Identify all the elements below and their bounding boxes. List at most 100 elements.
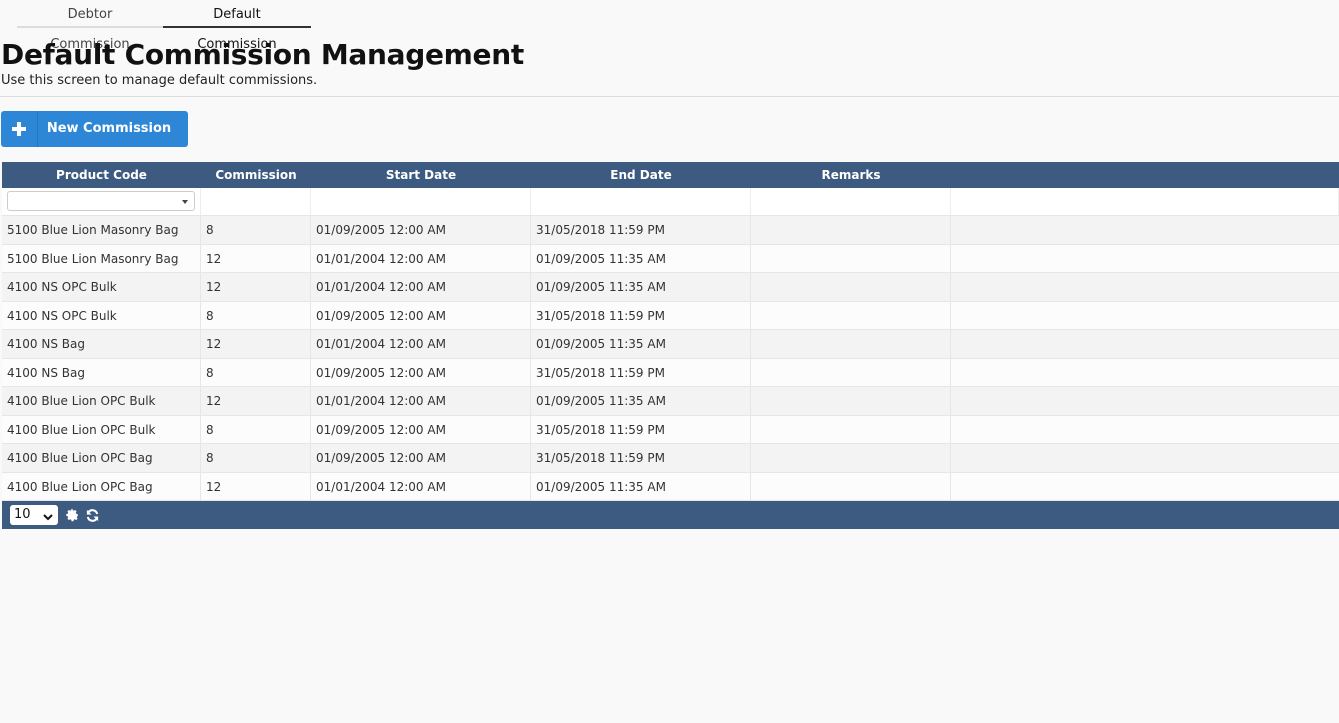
cell-end-date: 31/05/2018 11:59 PM — [531, 301, 751, 329]
cell-remarks — [751, 244, 951, 272]
table-row[interactable]: 5100 Blue Lion Masonry Bag 12 01/01/2004 1… — [2, 244, 1339, 273]
column-header-commission[interactable]: Commission — [201, 162, 311, 188]
table-row[interactable]: 4100 NS Bag 8 01/09/2005 12:00 AM 31/05/201… — [2, 358, 1339, 387]
gear-icon[interactable] — [64, 507, 80, 523]
page-size-value: 10 — [14, 507, 31, 522]
cell-commission: 8 — [201, 216, 311, 244]
cell-start-date: 01/01/2004 12:00 AM — [311, 330, 531, 358]
table-row[interactable]: 5100 Blue Lion Masonry Bag 8 01/09/2005 12… — [2, 216, 1339, 245]
cell-remarks — [751, 472, 951, 500]
cell-spacer — [951, 273, 1339, 301]
table-row[interactable]: 4100 NS OPC Bulk 8 01/09/2005 12:00 AM 31/0… — [2, 301, 1339, 330]
page-subtitle: Use this screen to manage default commis… — [1, 73, 318, 88]
grid-body: 5100 Blue Lion Masonry Bag 8 01/09/2005 12… — [2, 216, 1339, 501]
filter-row — [2, 188, 1339, 216]
product-code-filter-dropdown[interactable] — [7, 191, 195, 211]
cell-commission: 8 — [201, 444, 311, 472]
cell-spacer — [951, 444, 1339, 472]
cell-spacer — [951, 359, 1339, 387]
cell-product-code: 5100 Blue Lion Masonry Bag — [2, 244, 201, 272]
tab-debtor-commission[interactable]: Debtor Commission — [17, 0, 163, 52]
cell-start-date: 01/01/2004 12:00 AM — [311, 244, 531, 272]
cell-remarks — [751, 216, 951, 244]
new-commission-button[interactable]: New Commission — [1, 111, 188, 147]
table-row[interactable]: 4100 Blue Lion OPC Bag 12 01/01/2004 12:00… — [2, 472, 1339, 501]
cell-product-code: 4100 Blue Lion OPC Bag — [2, 444, 201, 472]
cell-spacer — [951, 302, 1339, 330]
cell-start-date: 01/09/2005 12:00 AM — [311, 216, 531, 244]
column-header-end-date[interactable]: End Date — [531, 162, 751, 188]
cell-product-code: 4100 Blue Lion OPC Bulk — [2, 387, 201, 415]
cell-commission: 12 — [201, 387, 311, 415]
cell-commission: 12 — [201, 273, 311, 301]
cell-start-date: 01/01/2004 12:00 AM — [311, 387, 531, 415]
refresh-icon[interactable] — [84, 507, 100, 523]
cell-start-date: 01/01/2004 12:00 AM — [311, 273, 531, 301]
column-header-spacer — [951, 162, 1339, 188]
grid-footer: 10 — [2, 501, 1339, 529]
cell-remarks — [751, 301, 951, 329]
filter-cell-remarks — [751, 188, 951, 215]
page-title: Default Commission Management — [1, 38, 524, 71]
cell-end-date: 31/05/2018 11:59 PM — [531, 216, 751, 244]
cell-product-code: 4100 NS Bag — [2, 330, 201, 358]
cell-spacer — [951, 387, 1339, 415]
filter-cell-end-date — [531, 188, 751, 215]
cell-end-date: 31/05/2018 11:59 PM — [531, 358, 751, 386]
table-row[interactable]: 4100 Blue Lion OPC Bulk 12 01/01/2004 12:0… — [2, 387, 1339, 416]
cell-spacer — [951, 216, 1339, 244]
cell-end-date: 01/09/2005 11:35 AM — [531, 244, 751, 272]
cell-commission: 12 — [201, 244, 311, 272]
cell-commission: 8 — [201, 358, 311, 386]
cell-spacer — [951, 245, 1339, 273]
cell-end-date: 01/09/2005 11:35 AM — [531, 273, 751, 301]
cell-product-code: 4100 Blue Lion OPC Bag — [2, 472, 201, 500]
grid-header: Product Code Commission Start Date End D… — [2, 162, 1339, 188]
commission-grid: Product Code Commission Start Date End D… — [2, 162, 1339, 529]
cell-spacer — [951, 416, 1339, 444]
cell-commission: 12 — [201, 472, 311, 500]
cell-end-date: 01/09/2005 11:35 AM — [531, 387, 751, 415]
table-row[interactable]: 4100 NS OPC Bulk 12 01/01/2004 12:00 AM 01/… — [2, 273, 1339, 302]
cell-remarks — [751, 330, 951, 358]
cell-commission: 8 — [201, 415, 311, 443]
cell-end-date: 31/05/2018 11:59 PM — [531, 415, 751, 443]
plus-icon — [1, 111, 38, 147]
cell-spacer — [951, 473, 1339, 501]
cell-spacer — [951, 330, 1339, 358]
table-row[interactable]: 4100 NS Bag 12 01/01/2004 12:00 AM 01/09/20… — [2, 330, 1339, 359]
cell-product-code: 4100 Blue Lion OPC Bulk — [2, 415, 201, 443]
cell-product-code: 4100 NS OPC Bulk — [2, 273, 201, 301]
column-header-start-date[interactable]: Start Date — [311, 162, 531, 188]
cell-remarks — [751, 415, 951, 443]
column-header-remarks[interactable]: Remarks — [751, 162, 951, 188]
cell-remarks — [751, 387, 951, 415]
cell-product-code: 5100 Blue Lion Masonry Bag — [2, 216, 201, 244]
cell-start-date: 01/09/2005 12:00 AM — [311, 358, 531, 386]
cell-commission: 8 — [201, 301, 311, 329]
cell-end-date: 01/09/2005 11:35 AM — [531, 330, 751, 358]
filter-cell-start-date — [311, 188, 531, 215]
cell-product-code: 4100 NS Bag — [2, 358, 201, 386]
filter-cell-spacer — [951, 188, 1339, 215]
cell-start-date: 01/09/2005 12:00 AM — [311, 444, 531, 472]
cell-end-date: 01/09/2005 11:35 AM — [531, 472, 751, 500]
cell-end-date: 31/05/2018 11:59 PM — [531, 444, 751, 472]
cell-remarks — [751, 358, 951, 386]
cell-product-code: 4100 NS OPC Bulk — [2, 301, 201, 329]
table-row[interactable]: 4100 Blue Lion OPC Bulk 8 01/09/2005 12:00… — [2, 415, 1339, 444]
caret-down-icon — [182, 200, 188, 204]
cell-remarks — [751, 273, 951, 301]
table-row[interactable]: 4100 Blue Lion OPC Bag 8 01/09/2005 12:00 … — [2, 444, 1339, 473]
page-size-select[interactable]: 10 — [10, 505, 58, 525]
header-divider — [0, 96, 1339, 97]
filter-cell-commission — [201, 188, 311, 215]
tab-default-commission[interactable]: Default Commission — [163, 0, 311, 52]
cell-start-date: 01/09/2005 12:00 AM — [311, 301, 531, 329]
column-header-product-code[interactable]: Product Code — [2, 162, 201, 188]
cell-start-date: 01/01/2004 12:00 AM — [311, 472, 531, 500]
cell-commission: 12 — [201, 330, 311, 358]
tab-bar: Debtor Commission Default Commission — [17, 0, 311, 52]
cell-start-date: 01/09/2005 12:00 AM — [311, 415, 531, 443]
new-commission-label: New Commission — [46, 121, 172, 136]
